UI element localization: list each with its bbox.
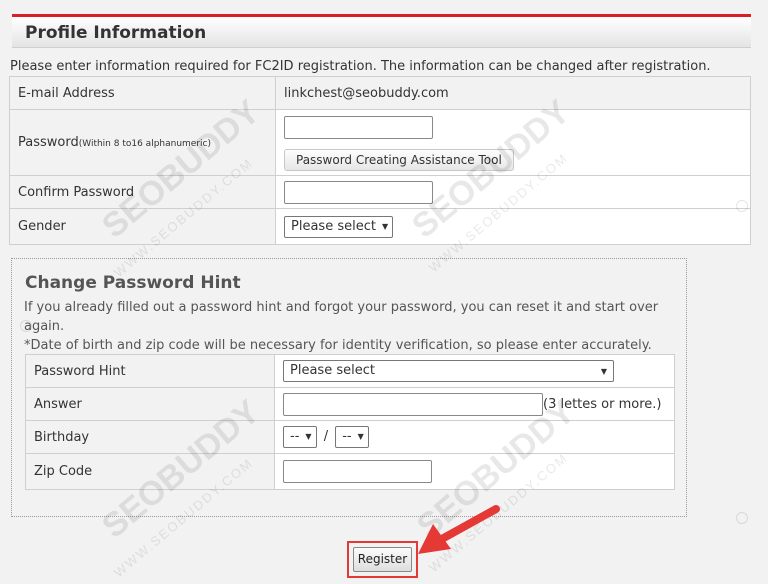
intro-text: Please enter information required for FC… [10, 59, 711, 74]
password-label: Password [18, 135, 79, 150]
hint-title: Change Password Hint [25, 273, 241, 293]
answer-label: Answer [25, 387, 275, 421]
register-highlight: Register [347, 541, 418, 578]
birthday-day-value: -- [342, 429, 352, 444]
answer-input[interactable] [283, 392, 543, 416]
register-button[interactable]: Register [353, 547, 412, 572]
hint-label: Password Hint [25, 354, 275, 388]
answer-row: Answer (3 lettes or more.) [25, 387, 675, 421]
hint-cell: Please select ▼ [274, 354, 675, 388]
confirm-row: Confirm Password [9, 175, 751, 209]
chevron-down-icon: ▼ [357, 432, 364, 441]
section-title: Profile Information [25, 23, 207, 43]
email-value: linkchest@seobuddy.com [275, 76, 751, 110]
gender-select-value: Please select [291, 218, 376, 234]
gender-select[interactable]: Please select ▼ [284, 215, 394, 238]
birthday-cell: -- ▼ / -- ▼ [274, 420, 675, 454]
hint-text-2: *Date of birth and zip code will be nece… [24, 338, 652, 353]
birthday-month-select[interactable]: -- ▼ [283, 426, 317, 448]
password-row: Password(Within 8 to16 alphanumeric) Pas… [9, 109, 751, 176]
zip-label: Zip Code [25, 453, 275, 490]
birthday-month-value: -- [290, 429, 300, 444]
birthday-day-select[interactable]: -- ▼ [335, 426, 369, 448]
password-label-cell: Password(Within 8 to16 alphanumeric) [9, 109, 276, 176]
hint-table: Password Hint Please select ▼ Answer (3 l… [25, 354, 675, 490]
gender-cell: Please select ▼ [275, 208, 751, 245]
hint-description: If you already filled out a password hin… [24, 298, 684, 355]
confirm-label: Confirm Password [9, 175, 276, 209]
birthday-label: Birthday [25, 420, 275, 454]
password-cell: Password Creating Assistance Tool [275, 109, 751, 176]
hint-row: Password Hint Please select ▼ [25, 354, 675, 388]
zip-row: Zip Code [25, 453, 675, 490]
password-note: (Within 8 to16 alphanumeric) [78, 139, 212, 149]
email-label: E-mail Address [9, 76, 276, 110]
hint-text-1: If you already filled out a password hin… [24, 300, 659, 334]
email-row: E-mail Address linkchest@seobuddy.com [9, 76, 751, 110]
annotation-arrow-icon [418, 505, 500, 554]
answer-note: (3 lettes or more.) [543, 396, 662, 412]
password-hint-box: Change Password Hint If you already fill… [11, 258, 687, 517]
password-tool-button[interactable]: Password Creating Assistance Tool [284, 149, 514, 171]
zip-cell [274, 453, 675, 490]
answer-cell: (3 lettes or more.) [274, 387, 675, 421]
gender-label: Gender [9, 208, 276, 245]
password-input[interactable] [284, 116, 433, 139]
section-header: Profile Information [12, 17, 751, 48]
confirm-cell [275, 175, 751, 209]
confirm-password-input[interactable] [284, 180, 433, 204]
chevron-down-icon: ▼ [600, 367, 607, 376]
gender-row: Gender Please select ▼ [9, 208, 751, 245]
watermark-node-icon [736, 512, 748, 524]
profile-table: E-mail Address linkchest@seobuddy.com Pa… [9, 76, 751, 245]
zip-code-input[interactable] [283, 460, 432, 483]
hint-select-value: Please select [290, 363, 375, 378]
password-hint-select[interactable]: Please select ▼ [283, 360, 614, 382]
birthday-separator: / [323, 429, 329, 444]
birthday-row: Birthday -- ▼ / -- ▼ [25, 420, 675, 454]
chevron-down-icon: ▼ [381, 221, 389, 231]
chevron-down-icon: ▼ [305, 432, 312, 441]
